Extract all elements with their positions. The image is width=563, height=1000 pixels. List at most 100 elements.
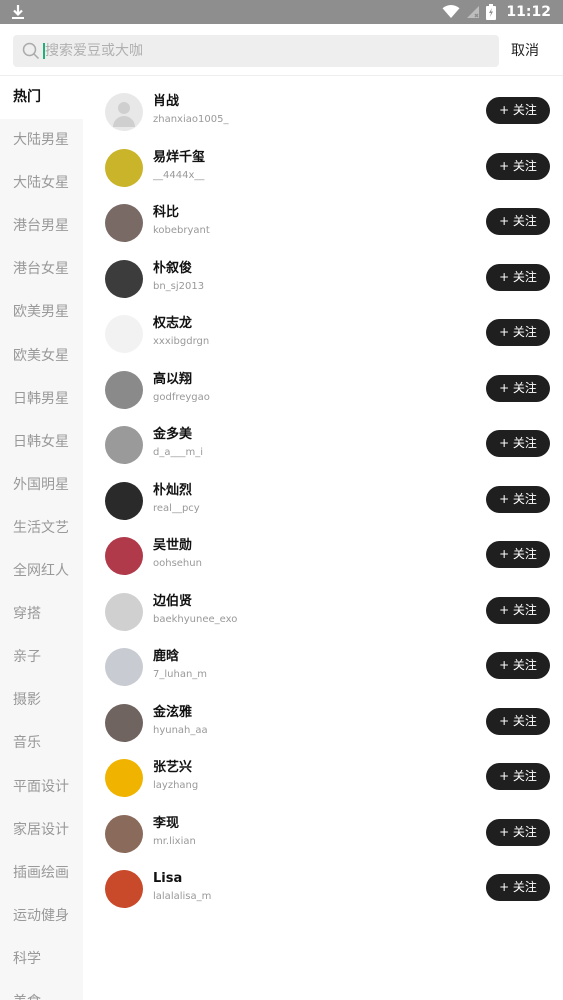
follow-button[interactable]: + 关注: [486, 596, 550, 624]
celebrity-handle: real__pcy: [153, 502, 200, 514]
follow-button[interactable]: + 关注: [486, 541, 550, 568]
celebrity-handle: lalalalisa_m: [153, 891, 212, 902]
celebrity-row[interactable]: 科比 kobebryant + 关注: [83, 204, 563, 260]
follow-button[interactable]: + 关注: [486, 374, 550, 402]
celebrity-handle: oohsehun: [153, 558, 202, 569]
avatar[interactable]: [105, 537, 143, 575]
avatar[interactable]: [105, 870, 143, 908]
avatar[interactable]: [105, 703, 143, 742]
avatar[interactable]: [105, 148, 143, 187]
avatar[interactable]: [105, 592, 143, 631]
search-icon: [22, 42, 40, 60]
category-item[interactable]: 科学: [0, 938, 83, 981]
follow-button[interactable]: + 关注: [486, 319, 550, 346]
celebrity-name: 高以翔: [153, 371, 193, 387]
follow-button[interactable]: + 关注: [486, 707, 550, 735]
category-sidebar: 热门 大陆男星 大陆女星 港台男星 港台女星 欧美男星 欧美女星 日韩男星 日韩女星 外国明星 生活…: [0, 76, 83, 1000]
avatar[interactable]: [105, 204, 143, 242]
signal-icon: [467, 6, 480, 18]
clock: 11:12: [506, 4, 551, 20]
category-item[interactable]: 平面设计: [0, 766, 83, 809]
celebrity-handle: godfreygao: [153, 391, 210, 403]
category-item[interactable]: 大陆男星: [0, 119, 83, 162]
celebrity-row[interactable]: Lisa lalalalisa_m + 关注: [83, 870, 563, 926]
celebrity-handle: d_a___m_i: [153, 447, 203, 458]
category-item[interactable]: 外国明星: [0, 464, 83, 507]
celebrity-name: Lisa: [153, 871, 183, 886]
avatar[interactable]: [105, 648, 143, 686]
follow-button[interactable]: + 关注: [486, 97, 550, 124]
celebrity-name: 科比: [153, 205, 180, 220]
celebrity-handle: layzhang: [153, 780, 199, 791]
celebrity-row[interactable]: 金泫雅 hyunah_aa + 关注: [83, 703, 563, 760]
celebrity-handle: xxxibgdrgn: [153, 336, 210, 347]
celebrity-handle: 7_luhan_m: [153, 669, 208, 680]
cancel-button[interactable]: 取消: [511, 41, 539, 61]
celebrity-row[interactable]: 易烊千玺 __4444x__ + 关注: [83, 148, 563, 205]
avatar[interactable]: [105, 93, 143, 131]
category-item[interactable]: 亲子: [0, 636, 83, 679]
category-item[interactable]: 插画绘画: [0, 852, 83, 895]
category-item[interactable]: 摄影: [0, 679, 83, 722]
celebrity-row[interactable]: 肖战 zhanxiao1005_ + 关注: [83, 93, 563, 149]
search-bar: 搜索爱豆或大咖 取消: [0, 24, 563, 76]
celebrity-row[interactable]: 张艺兴 layzhang + 关注: [83, 759, 563, 815]
celebrity-row[interactable]: 吴世勋 oohsehun + 关注: [83, 537, 563, 593]
category-item[interactable]: 家居设计: [0, 809, 83, 852]
search-placeholder: 搜索爱豆或大咖: [45, 43, 143, 59]
follow-button[interactable]: + 关注: [486, 874, 550, 901]
search-input[interactable]: 搜索爱豆或大咖: [13, 35, 499, 67]
follow-button[interactable]: + 关注: [486, 818, 550, 846]
celebrity-name: 朴叙俊: [153, 260, 193, 276]
status-bar: 11:12: [0, 0, 563, 24]
avatar[interactable]: [105, 426, 143, 464]
category-item[interactable]: 生活文艺: [0, 507, 83, 550]
category-item[interactable]: 日韩男星: [0, 378, 83, 421]
category-item[interactable]: 日韩女星: [0, 421, 83, 464]
avatar[interactable]: [105, 814, 143, 853]
celebrity-row[interactable]: 权志龙 xxxibgdrgn + 关注: [83, 315, 563, 371]
category-item[interactable]: 港台女星: [0, 248, 83, 291]
follow-button[interactable]: + 关注: [486, 430, 550, 457]
celebrity-handle: hyunah_aa: [153, 724, 208, 736]
celebrity-name: 金多美: [153, 427, 193, 442]
celebrity-row[interactable]: 李现 mr.lixian + 关注: [83, 814, 563, 871]
celebrity-row[interactable]: 鹿晗 7_luhan_m + 关注: [83, 648, 563, 704]
follow-button[interactable]: + 关注: [486, 485, 550, 513]
celebrity-name: 吴世勋: [153, 538, 193, 553]
celebrity-handle: __4444x__: [153, 169, 205, 181]
celebrity-name: 鹿晗: [153, 649, 180, 664]
follow-button[interactable]: + 关注: [486, 652, 550, 679]
follow-button[interactable]: + 关注: [486, 152, 550, 180]
category-item[interactable]: 欧美男星: [0, 291, 83, 334]
category-item[interactable]: 港台男星: [0, 205, 83, 248]
category-item[interactable]: 美食: [0, 981, 83, 1000]
avatar[interactable]: [105, 370, 143, 409]
avatar[interactable]: [105, 481, 143, 520]
celebrity-row[interactable]: 边伯贤 baekhyunee_exo + 关注: [83, 592, 563, 649]
follow-button[interactable]: + 关注: [486, 208, 550, 235]
category-item[interactable]: 热门: [0, 76, 83, 120]
celebrity-name: 李现: [153, 815, 180, 831]
avatar[interactable]: [105, 315, 143, 353]
celebrity-row[interactable]: 朴叙俊 bn_sj2013 + 关注: [83, 259, 563, 316]
avatar[interactable]: [105, 259, 143, 298]
category-item[interactable]: 欧美女星: [0, 335, 83, 378]
category-item[interactable]: 运动健身: [0, 895, 83, 938]
celebrity-row[interactable]: 高以翔 godfreygao + 关注: [83, 370, 563, 427]
wifi-icon: [442, 5, 460, 18]
celebrity-row[interactable]: 金多美 d_a___m_i + 关注: [83, 426, 563, 482]
celebrity-handle: kobebryant: [153, 225, 210, 236]
category-item[interactable]: 穿搭: [0, 593, 83, 636]
category-item[interactable]: 音乐: [0, 722, 83, 765]
celebrity-name: 易烊千玺: [153, 149, 206, 165]
celebrity-name: 朴灿烈: [153, 482, 193, 498]
follow-button[interactable]: + 关注: [486, 263, 550, 291]
category-item[interactable]: 大陆女星: [0, 162, 83, 205]
celebrity-list: 肖战 zhanxiao1005_ + 关注 易烊千玺 __4444x__ + 关注 科比 ko…: [83, 76, 563, 1000]
celebrity-name: 权志龙: [153, 316, 193, 331]
avatar[interactable]: [105, 759, 143, 797]
category-item[interactable]: 全网红人: [0, 550, 83, 593]
celebrity-row[interactable]: 朴灿烈 real__pcy + 关注: [83, 481, 563, 538]
follow-button[interactable]: + 关注: [486, 763, 550, 790]
